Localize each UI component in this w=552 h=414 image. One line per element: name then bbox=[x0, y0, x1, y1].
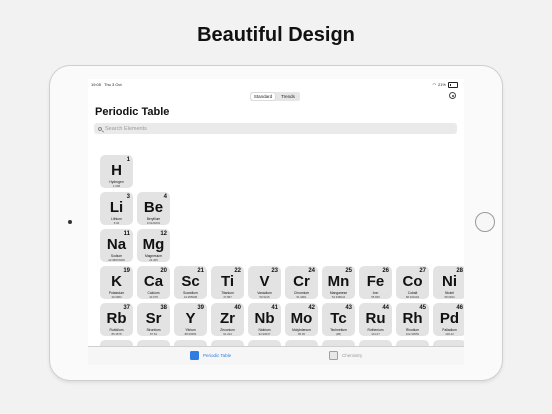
element-mass: 44.955908 bbox=[183, 294, 198, 299]
element-tile[interactable]: 38 Sr Strontium 87.62 bbox=[137, 303, 170, 336]
element-tile[interactable]: 21 Sc Scandium 44.955908 bbox=[174, 266, 207, 299]
element-mass: 6.94 bbox=[113, 220, 120, 225]
element-tile[interactable]: 41 Nb Niobium 92.90637 bbox=[248, 303, 281, 336]
element-symbol: Ti bbox=[220, 273, 235, 290]
element-mass: 92.90637 bbox=[258, 331, 271, 336]
element-symbol: Mn bbox=[327, 273, 350, 290]
element-mass: 22.98976928 bbox=[108, 257, 125, 262]
element-tile[interactable]: 45 Rh Rhodium 102.90550 bbox=[396, 303, 429, 336]
element-symbol: H bbox=[111, 162, 122, 179]
element-tile[interactable]: 27 Co Cobalt 58.933194 bbox=[396, 266, 429, 299]
element-mass: 58.6934 bbox=[444, 294, 455, 299]
home-button[interactable] bbox=[475, 212, 495, 232]
element-tile[interactable]: 42 Mo Molybdenum 95.95 bbox=[285, 303, 318, 336]
tab-chemistry[interactable]: Chemistry bbox=[329, 351, 362, 360]
element-mass: 95.95 bbox=[298, 331, 305, 336]
element-tile[interactable]: 20 Ca Calcium 40.078 bbox=[137, 266, 170, 299]
element-symbol: Na bbox=[106, 236, 127, 253]
element-mass: 85.4678 bbox=[111, 331, 122, 336]
element-tile[interactable]: 25 Mn Manganese 54.938044 bbox=[322, 266, 355, 299]
element-symbol: V bbox=[259, 273, 270, 290]
element-symbol: Zr bbox=[220, 310, 235, 327]
element-symbol: Y bbox=[185, 310, 196, 327]
element-symbol: Co bbox=[402, 273, 423, 290]
element-tile[interactable]: 37 Rb Rubidium 85.4678 bbox=[100, 303, 133, 336]
element-mass: 50.9415 bbox=[259, 294, 270, 299]
element-mass: 9.0121831 bbox=[146, 220, 161, 225]
element-tile[interactable]: 3 Li Lithium 6.94 bbox=[100, 192, 133, 225]
camera-icon bbox=[68, 220, 72, 224]
element-tile[interactable]: 28 Ni Nickel 58.6934 bbox=[433, 266, 464, 299]
element-mass: 40.078 bbox=[149, 294, 158, 299]
element-mass: 88.90584 bbox=[184, 331, 197, 336]
tab-label: Periodic Table bbox=[203, 353, 232, 358]
element-tile[interactable]: 46 Pd Palladium 106.42 bbox=[433, 303, 464, 336]
element-mass: (98) bbox=[336, 331, 341, 336]
element-mass: 1.008 bbox=[113, 183, 120, 188]
element-mass: 24.305 bbox=[149, 257, 158, 262]
headline: Beautiful Design bbox=[197, 24, 355, 46]
element-symbol: Mg bbox=[142, 236, 165, 253]
element-grid: 1 H Hydrogen 1.008 3 Li Lithium 6.94 4 Be Berylliu… bbox=[88, 79, 464, 365]
element-symbol: Nb bbox=[254, 310, 275, 327]
element-mass: 55.845 bbox=[371, 294, 380, 299]
element-symbol: Ru bbox=[365, 310, 386, 327]
element-tile[interactable]: 12 Mg Magnesium 24.305 bbox=[137, 229, 170, 262]
element-mass: 54.938044 bbox=[331, 294, 346, 299]
element-tile[interactable]: 44 Ru Ruthenium 101.07 bbox=[359, 303, 392, 336]
element-symbol: Fe bbox=[366, 273, 385, 290]
element-mass: 91.224 bbox=[223, 331, 232, 336]
element-tile[interactable]: 4 Be Beryllium 9.0121831 bbox=[137, 192, 170, 225]
tab-label: Chemistry bbox=[342, 353, 363, 358]
table-icon bbox=[190, 351, 199, 360]
element-symbol: Li bbox=[109, 199, 124, 216]
tab-periodic-table[interactable]: Periodic Table bbox=[190, 351, 231, 360]
element-tile[interactable]: 26 Fe Iron 55.845 bbox=[359, 266, 392, 299]
element-tile[interactable]: 22 Ti Titanium 47.867 bbox=[211, 266, 244, 299]
element-symbol: Tc bbox=[330, 310, 347, 327]
element-mass: 87.62 bbox=[150, 331, 157, 336]
element-tile[interactable]: 43 Tc Technetium (98) bbox=[322, 303, 355, 336]
element-mass: 47.867 bbox=[223, 294, 232, 299]
element-mass: 58.933194 bbox=[405, 294, 420, 299]
element-symbol: Pd bbox=[439, 310, 460, 327]
element-symbol: Ni bbox=[442, 273, 457, 290]
element-symbol: Rh bbox=[402, 310, 423, 327]
element-symbol: Cr bbox=[293, 273, 310, 290]
element-tile[interactable]: 11 Na Sodium 22.98976928 bbox=[100, 229, 133, 262]
element-symbol: Ca bbox=[143, 273, 164, 290]
element-tile[interactable]: 39 Y Yttrium 88.90584 bbox=[174, 303, 207, 336]
element-mass: 102.90550 bbox=[405, 331, 420, 336]
element-tile[interactable]: 1 H Hydrogen 1.008 bbox=[100, 155, 133, 188]
element-symbol: Sc bbox=[181, 273, 200, 290]
element-tile[interactable]: 40 Zr Zirconium 91.224 bbox=[211, 303, 244, 336]
element-tile[interactable]: 24 Cr Chromium 51.9961 bbox=[285, 266, 318, 299]
element-mass: 51.9961 bbox=[296, 294, 307, 299]
element-mass: 101.07 bbox=[371, 331, 380, 336]
element-symbol: K bbox=[111, 273, 122, 290]
element-tile[interactable]: 23 V Vanadium 50.9415 bbox=[248, 266, 281, 299]
element-symbol: Mo bbox=[290, 310, 313, 327]
element-tile[interactable]: 19 K Potassium 39.0983 bbox=[100, 266, 133, 299]
tab-bar: Periodic Table Chemistry bbox=[88, 346, 464, 365]
element-mass: 106.42 bbox=[445, 331, 454, 336]
app-screen: 19:05 Thu 3 Oct ◠ 21% Standard Trends Pe… bbox=[88, 79, 464, 365]
element-symbol: Be bbox=[143, 199, 164, 216]
beaker-icon bbox=[329, 351, 338, 360]
element-mass: 39.0983 bbox=[111, 294, 122, 299]
element-symbol: Rb bbox=[106, 310, 127, 327]
element-symbol: Sr bbox=[145, 310, 162, 327]
